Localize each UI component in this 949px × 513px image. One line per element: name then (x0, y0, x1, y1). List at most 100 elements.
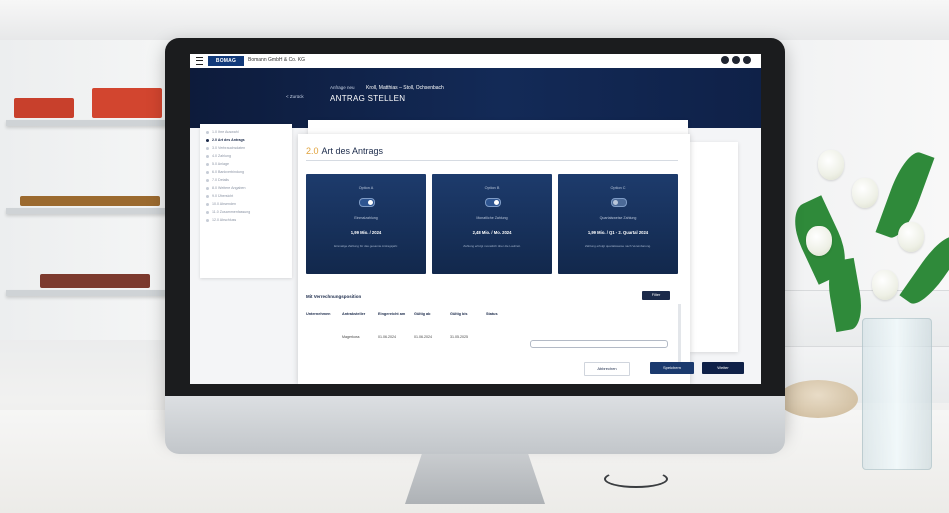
back-link[interactable]: < Zurück (286, 94, 304, 99)
timeline-slider[interactable] (530, 340, 668, 348)
step-item[interactable]: 4.0 Zahlung (200, 152, 292, 160)
monitor-screen: BOMAG Bomann GmbH & Co. KG < Zurück Anfr… (190, 54, 761, 384)
option-toggle[interactable] (485, 198, 501, 207)
option-price: 2,48 Mio. / Mo. 2024 (472, 230, 512, 235)
step-item[interactable]: 6.0 Bankverbindung (200, 168, 292, 176)
section-number: 2.0 (306, 146, 319, 156)
table-cell (306, 330, 342, 344)
step-item[interactable]: 1.0 Ihre Auswahl (200, 128, 292, 136)
option-toggle[interactable] (611, 198, 627, 207)
option-card[interactable]: Option C Quartalsweise Zahlung 1,99 Mio.… (558, 174, 678, 274)
bell-icon[interactable] (721, 56, 729, 64)
step-label: 11.0 Zusammenfassung (212, 210, 251, 214)
step-label: 3.0 Verbrauchsdaten (212, 146, 246, 150)
app-topbar: BOMAG Bomann GmbH & Co. KG (190, 54, 761, 69)
column-header[interactable]: Unternehmen (306, 312, 342, 322)
tulip-flower (806, 226, 832, 256)
request-type-options: Option A Einmalzahlung 1,99 Mio. / 2024 … (306, 174, 678, 274)
monitor-chin (165, 396, 785, 454)
topbar-icons (721, 56, 751, 64)
step-label: 4.0 Zahlung (212, 154, 231, 158)
step-dot (206, 194, 209, 198)
step-label: 10.0 Absenden (212, 202, 236, 206)
page-title: ANTRAG STELLEN (330, 94, 406, 103)
step-label: 2.0 Art des Antrags (212, 138, 245, 142)
crane-model (92, 88, 162, 118)
step-item[interactable]: 5.0 Anlage (200, 160, 292, 168)
step-label: 9.0 Übersicht (212, 194, 234, 198)
step-dot (206, 170, 209, 174)
step-label: 8.0 Weitere Angaben (212, 186, 246, 190)
menu-icon[interactable] (196, 57, 203, 65)
tulip-flower (852, 178, 878, 208)
vehicle-models (20, 196, 160, 206)
table-title: Mit Verrechnungsposition (306, 294, 362, 299)
step-item[interactable]: 7.0 Details (200, 176, 292, 184)
step-dot (206, 210, 209, 214)
brand-logo[interactable]: BOMAG (208, 56, 244, 66)
tulip-flower (818, 150, 844, 180)
step-label: 6.0 Bankverbindung (212, 170, 244, 174)
truck-model (40, 274, 150, 288)
stacked-card (690, 142, 738, 352)
filter-button[interactable]: Filter (642, 291, 670, 300)
divider (306, 160, 678, 161)
column-header[interactable]: Gültig ab (414, 312, 450, 322)
breadcrumb[interactable]: Anfrage neu (330, 85, 355, 90)
option-note: Zahlung erfolgt quartalsweise nach Verei… (584, 244, 652, 248)
save-button[interactable]: Speichern (650, 362, 694, 374)
step-item[interactable]: 8.0 Weitere Angaben (200, 184, 292, 192)
step-item[interactable]: 3.0 Verbrauchsdaten (200, 144, 292, 152)
option-line: Einmalzahlung (354, 216, 378, 220)
option-name: Option B (484, 186, 500, 190)
shelf-board (6, 208, 174, 214)
step-item[interactable]: 9.0 Übersicht (200, 192, 292, 200)
user-icon[interactable] (743, 56, 751, 64)
column-header[interactable]: Status (486, 312, 522, 322)
section-title: 2.0 Art des Antrags (306, 146, 383, 156)
step-item-active[interactable]: 2.0 Art des Antrags (200, 136, 292, 144)
column-header[interactable]: Gültig bis (450, 312, 486, 322)
table-cell: 01.06.2024 (378, 335, 396, 339)
step-dot (206, 162, 209, 166)
tulip-flower (898, 222, 924, 252)
cable (604, 470, 668, 488)
table-cell (486, 330, 522, 344)
step-navigation: 1.0 Ihre Auswahl 2.0 Art des Antrags 3.0… (200, 124, 292, 278)
option-price: 1,99 Mio. / 2024 (350, 230, 382, 235)
option-name: Option A (358, 186, 374, 190)
option-card[interactable]: Option A Einmalzahlung 1,99 Mio. / 2024 … (306, 174, 426, 274)
settings-icon[interactable] (732, 56, 740, 64)
column-header[interactable]: Eingereicht am (378, 312, 414, 322)
step-label: 12.0 Abschluss (212, 218, 237, 222)
table-cell: 31.05.2025 (450, 335, 468, 339)
wall-cabinet (0, 0, 949, 41)
option-toggle[interactable] (359, 198, 375, 207)
step-dot (206, 202, 209, 206)
page-header-banner: < Zurück Anfrage neu Kroll, Matthias – S… (190, 68, 761, 128)
cancel-button[interactable]: Abbrechen (584, 362, 630, 376)
glass-vase (862, 318, 932, 470)
step-dot (206, 130, 209, 134)
step-label: 1.0 Ihre Auswahl (212, 130, 239, 134)
monitor-stand (405, 454, 545, 504)
step-item[interactable]: 11.0 Zusammenfassung (200, 208, 292, 216)
step-dot (206, 154, 209, 158)
section-title-text: Art des Antrags (321, 146, 384, 156)
option-note: Einmalige Zahlung für das gesamte Antrag… (334, 244, 398, 248)
table-header: Unternehmen Antraksteller Eingereicht am… (306, 312, 678, 322)
step-item[interactable]: 10.0 Absenden (200, 200, 292, 208)
step-dot (206, 138, 209, 142)
display-shelf (0, 40, 175, 340)
option-line: Quartalsweise Zahlung (599, 216, 637, 220)
form-footer: Abbrechen Speichern Weiter (190, 354, 761, 384)
table-cell: Magerkoss (342, 335, 360, 339)
step-item[interactable]: 12.0 Abschluss (200, 216, 292, 224)
option-name: Option C (610, 186, 626, 190)
company-name: Bomann GmbH & Co. KG (248, 57, 305, 63)
option-card[interactable]: Option B Monatliche Zahlung 2,48 Mio. / … (432, 174, 552, 274)
option-note: Zahlung erfolgt monatlich über die Laufz… (463, 244, 521, 248)
crane-model (14, 98, 74, 118)
column-header[interactable]: Antraksteller (342, 312, 378, 322)
next-button[interactable]: Weiter (702, 362, 744, 374)
